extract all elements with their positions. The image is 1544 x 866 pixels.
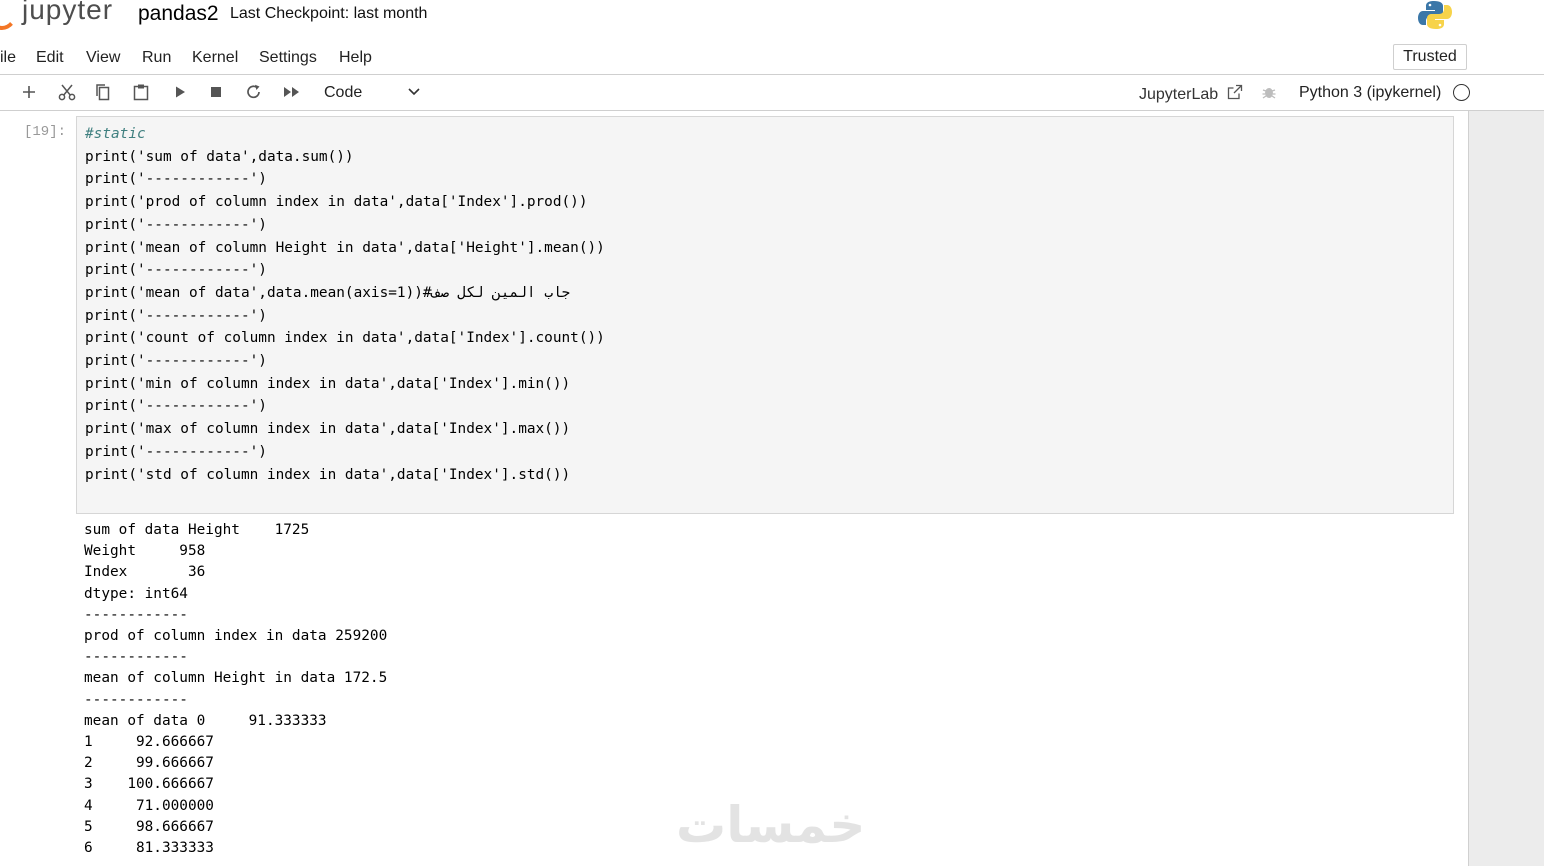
output-line: 5 98.666667 [84,818,214,835]
watermark-logo: خمسات [676,796,866,854]
kernel-status-idle-icon [1453,84,1470,101]
menu-bar: ile Edit View Run Kernel Settings Help [0,40,1544,75]
code-line: print('std of column index in data',data… [85,466,571,483]
code-editor[interactable]: #static print('sum of data',data.sum()) … [85,123,605,486]
open-jupyterlab-link[interactable]: JupyterLab [1139,84,1243,104]
jupyter-logo-icon [0,0,18,30]
output-line: 1 92.666667 [84,734,214,751]
code-line: print('mean of column Height in data',da… [85,239,605,256]
right-gutter [1468,111,1544,866]
restart-icon[interactable] [244,82,264,102]
notebook-title[interactable]: pandas2 [138,2,219,26]
copy-icon[interactable] [93,82,113,102]
menu-kernel[interactable]: Kernel [192,49,238,67]
chevron-down-icon[interactable] [407,81,421,104]
output-line: Weight 958 [84,543,206,560]
code-line: print('------------') [85,262,267,279]
code-cell-input[interactable]: #static print('sum of data',data.sum()) … [76,116,1454,514]
output-line: 6 81.333333 [84,840,214,857]
jupyter-logo-text[interactable]: jupyter [22,0,113,26]
paste-icon[interactable] [131,82,151,102]
output-line: prod of column index in data 259200 [84,628,388,645]
run-icon[interactable] [170,82,190,102]
code-line: print('------------') [85,171,267,188]
code-line: print('sum of data',data.sum()) [85,148,354,165]
kernel-name[interactable]: Python 3 (ipykernel) [1299,84,1441,102]
menu-view[interactable]: View [86,49,120,67]
cell-output: sum of data Height 1725 Weight 958 Index… [84,520,387,859]
trusted-button[interactable]: Trusted [1393,44,1467,70]
menu-run[interactable]: Run [142,49,171,67]
code-comment: #static [85,126,146,142]
code-line: print('------------') [85,353,267,370]
plus-icon[interactable] [19,82,39,102]
code-line: print('count of column index in data',da… [85,330,605,347]
top-header: jupyter pandas2 Last Checkpoint: last mo… [0,0,1544,41]
output-line: mean of column Height in data 172.5 [84,670,388,687]
code-line: print('min of column index in data',data… [85,375,571,392]
code-line: print('prod of column index in data',dat… [85,194,588,211]
code-line: print('------------') [85,307,267,324]
menu-edit[interactable]: Edit [36,49,64,67]
cut-icon[interactable] [57,82,77,102]
output-line: mean of data 0 91.333333 [84,712,327,729]
menu-file[interactable]: ile [0,49,16,67]
output-line: ------------ [84,606,188,623]
output-line: ------------ [84,649,188,666]
external-link-icon [1227,84,1242,100]
output-line: 3 100.666667 [84,776,214,793]
last-checkpoint: Last Checkpoint: last month [230,5,428,22]
jupyterlab-label: JupyterLab [1139,86,1219,103]
notebook-toolbar: Code JupyterLab Python 3 (ipykernel) [0,75,1544,111]
menu-help[interactable]: Help [339,49,372,67]
debugger-bug-icon[interactable] [1259,82,1279,102]
cell-type-select[interactable]: Code [324,84,362,102]
output-line: Index 36 [84,564,206,581]
python-logo-icon [1418,0,1452,35]
code-line: print('------------') [85,443,267,460]
output-line: 2 99.666667 [84,755,214,772]
output-line: 4 71.000000 [84,797,214,814]
code-line: print('------------') [85,216,267,233]
code-line: print('max of column index in data',data… [85,421,571,438]
fast-forward-icon[interactable] [282,82,302,102]
menu-settings[interactable]: Settings [259,49,317,67]
stop-icon[interactable] [206,82,226,102]
output-line: ------------ [84,691,188,708]
code-line: print('mean of data',data.mean(axis=1))#… [85,284,571,301]
cell-prompt: [19]: [24,124,67,140]
output-line: sum of data Height 1725 [84,522,310,538]
code-line: print('------------') [85,398,267,415]
output-line: dtype: int64 [84,585,188,602]
